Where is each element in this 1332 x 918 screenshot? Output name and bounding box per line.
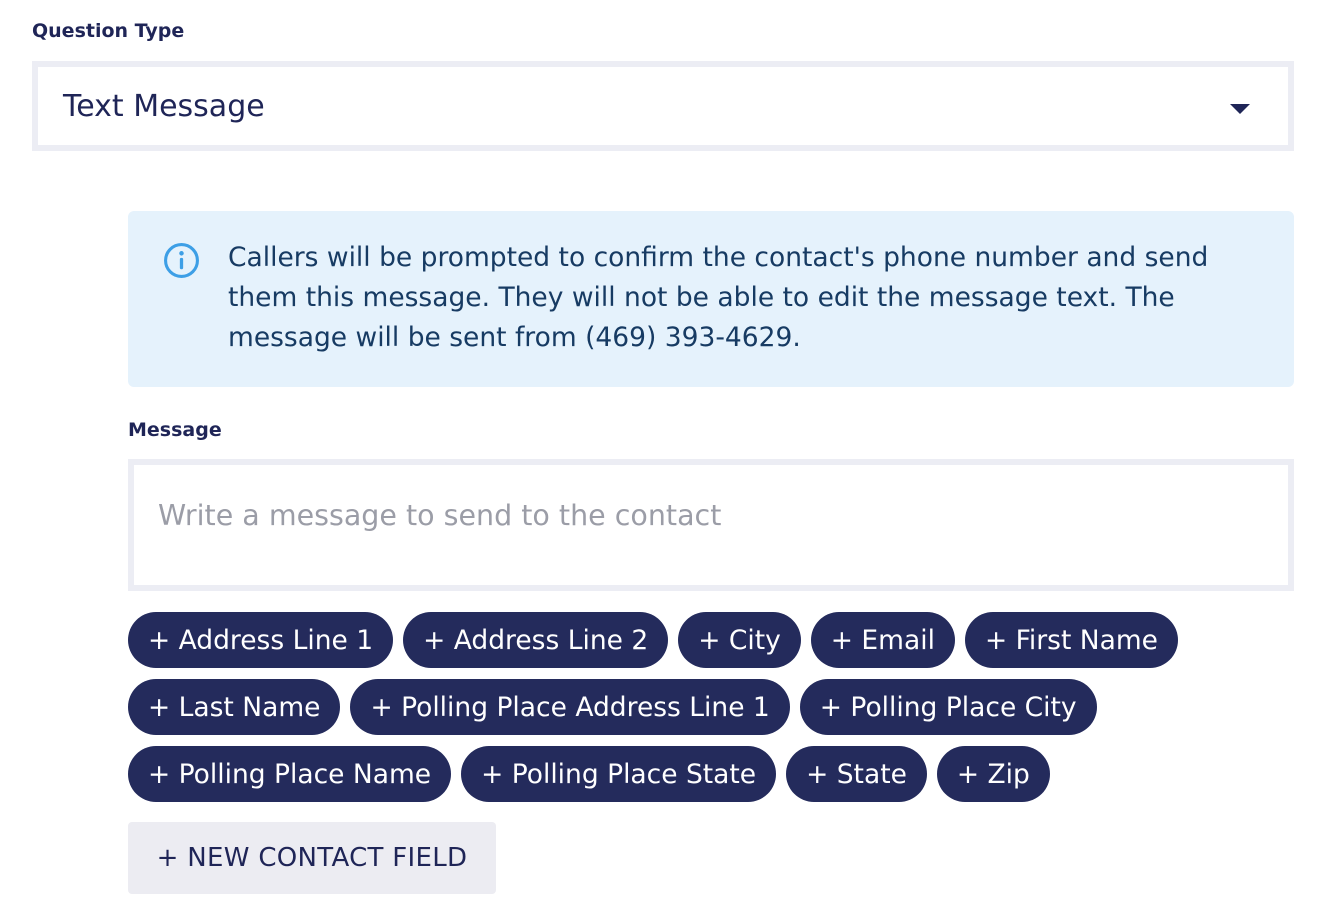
chip-zip[interactable]: + Zip (936, 746, 1050, 802)
chip-polling-place-state[interactable]: + Polling Place State (461, 746, 777, 802)
info-text: Callers will be prompted to confirm the … (228, 242, 1209, 353)
new-contact-field-button[interactable]: + NEW CONTACT FIELD (128, 822, 496, 894)
chip-row: + Polling Place Name + Polling Place Sta… (128, 746, 1188, 802)
chip-address-line-1[interactable]: + Address Line 1 (128, 612, 394, 668)
info-banner: Callers will be prompted to confirm the … (128, 211, 1294, 387)
chip-row: + Address Line 1 + Address Line 2 + City… (128, 612, 1188, 668)
chip-polling-place-address-line-1[interactable]: + Polling Place Address Line 1 (350, 679, 790, 735)
chip-last-name[interactable]: + Last Name (128, 679, 341, 735)
chip-polling-place-name[interactable]: + Polling Place Name (128, 746, 452, 802)
message-input[interactable] (128, 459, 1294, 591)
chip-first-name[interactable]: + First Name (964, 612, 1178, 668)
message-label: Message (128, 419, 222, 441)
contact-field-chips: + Address Line 1 + Address Line 2 + City… (128, 612, 1188, 813)
caret-down-icon (1230, 104, 1250, 114)
chip-row: + Last Name + Polling Place Address Line… (128, 679, 1188, 735)
chip-email[interactable]: + Email (810, 612, 955, 668)
chip-state[interactable]: + State (786, 746, 927, 802)
chip-address-line-2[interactable]: + Address Line 2 (403, 612, 669, 668)
info-icon (164, 243, 199, 278)
question-type-select[interactable]: Text Message (32, 61, 1294, 151)
chip-polling-place-city[interactable]: + Polling Place City (799, 679, 1097, 735)
chip-city[interactable]: + City (678, 612, 801, 668)
question-type-label: Question Type (32, 20, 185, 42)
question-type-value: Text Message (63, 88, 265, 124)
